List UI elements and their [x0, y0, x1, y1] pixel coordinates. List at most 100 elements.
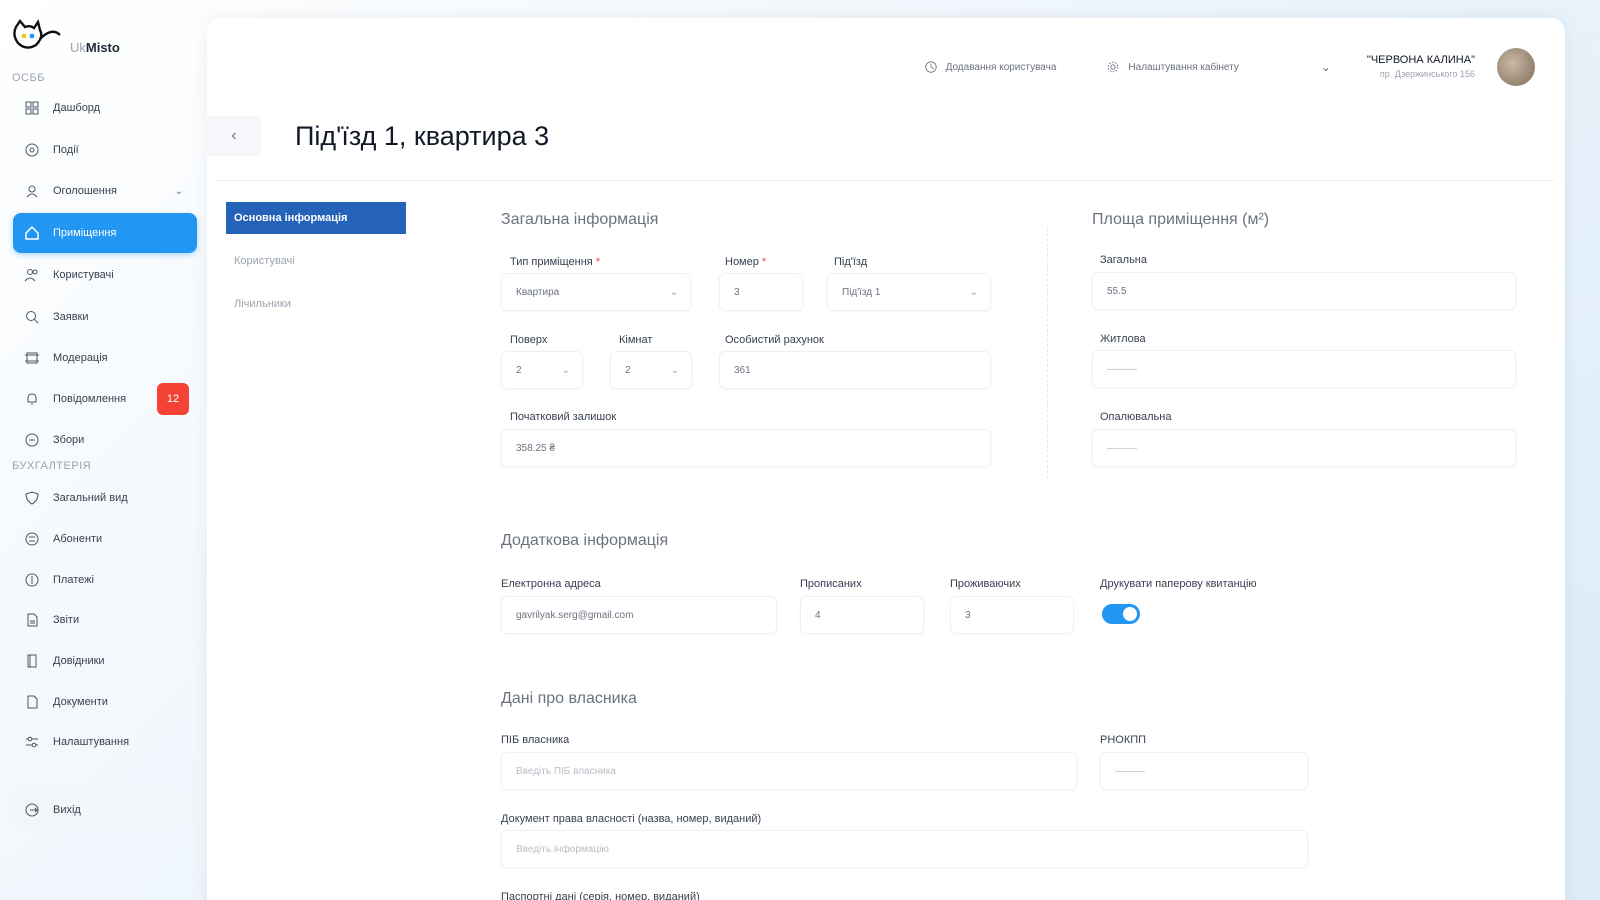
- events-icon: [23, 141, 41, 159]
- paper-receipt-toggle[interactable]: [1102, 604, 1140, 624]
- cabinet-settings-label: Налаштування кабінету: [1128, 61, 1239, 73]
- detail-tabs: Основна інформація Користувачі Лічильник…: [226, 202, 406, 331]
- tax-id-label: РНОКПП: [1100, 734, 1147, 746]
- logout-icon: [23, 801, 41, 819]
- users-icon: [23, 266, 41, 284]
- sidebar-item-label: Документи: [53, 696, 108, 708]
- section-label-accounting: БУХГАЛТЕРІЯ: [12, 460, 92, 472]
- extra-info-title: Додаткова інформація: [501, 532, 669, 549]
- messages-count-badge: 12: [157, 383, 189, 415]
- sidebar-item-payments[interactable]: Платежі: [13, 560, 197, 600]
- rooms-value: 2: [625, 364, 631, 376]
- account-label: Особистий рахунок: [725, 334, 824, 346]
- registered-label: Прописаних: [800, 578, 862, 590]
- subscribers-icon: [23, 530, 41, 548]
- number-input[interactable]: 3: [719, 273, 803, 311]
- sidebar-item-label: Налаштування: [53, 736, 130, 748]
- sidebar-item-reports[interactable]: Звіти: [13, 600, 197, 640]
- sidebar-item-label: Події: [53, 144, 79, 156]
- chevron-down-icon[interactable]: ⌄: [1321, 60, 1331, 74]
- sidebar-item-documents[interactable]: Документи: [13, 682, 197, 722]
- living-area-label: Житлова: [1100, 333, 1146, 345]
- sidebar-item-events[interactable]: Події: [13, 130, 197, 170]
- grid-icon: [23, 99, 41, 117]
- email-input[interactable]: gavrilyak.serg@gmail.com: [501, 596, 777, 634]
- type-label: Тип приміщення *: [510, 256, 601, 268]
- owner-name-label: ПІБ власника: [501, 734, 570, 746]
- ownership-doc-input[interactable]: Введіть інформацію: [501, 830, 1308, 868]
- document-icon: [23, 693, 41, 711]
- sidebar-item-overview[interactable]: Загальний вид: [13, 478, 197, 518]
- topbar: Додавання користувача Налаштування кабін…: [924, 48, 1535, 86]
- app-logo[interactable]: UkMisto: [12, 18, 120, 55]
- tab-meters[interactable]: Лічильники: [226, 288, 406, 320]
- sidebar-item-announcements[interactable]: Оголошення ⌄: [13, 171, 197, 211]
- sidebar-item-label: Оголошення: [53, 185, 117, 197]
- gear-icon: [1108, 61, 1119, 73]
- bell-icon: [23, 390, 41, 408]
- avatar[interactable]: [1497, 48, 1535, 86]
- sidebar-item-settings[interactable]: Налаштування: [13, 722, 197, 762]
- rooms-select[interactable]: 2 ⌄: [610, 351, 692, 389]
- paper-receipt-label: Друкувати паперову квитанцію: [1100, 578, 1257, 590]
- balance-input[interactable]: 358.25 ₴: [501, 429, 991, 467]
- org-name: "ЧЕРВОНА КАЛИНА": [1366, 54, 1475, 66]
- chevron-down-icon: ⌄: [670, 364, 679, 376]
- sidebar-item-subscribers[interactable]: Абоненти: [13, 519, 197, 559]
- org-address: пр. Дзержинського 156: [1379, 69, 1475, 79]
- entrance-select[interactable]: Під'їзд 1 ⌄: [827, 273, 991, 311]
- back-button[interactable]: ‹: [207, 116, 261, 156]
- floor-select[interactable]: 2 ⌄: [501, 351, 583, 389]
- add-user-button[interactable]: Додавання користувача: [924, 60, 1056, 74]
- owner-title: Дані про власника: [501, 690, 637, 707]
- rooms-label: Кімнат: [619, 334, 653, 346]
- home-icon: [23, 224, 41, 242]
- sidebar-item-premises[interactable]: Приміщення: [13, 213, 197, 253]
- tax-id-input[interactable]: ———: [1100, 752, 1308, 790]
- heated-area-input[interactable]: ———: [1092, 429, 1516, 467]
- email-label: Електронна адреса: [501, 578, 601, 590]
- type-select[interactable]: Квартира ⌄: [501, 273, 691, 311]
- sidebar-item-moderation[interactable]: Модерація: [13, 338, 197, 378]
- moderation-icon: [23, 349, 41, 367]
- living-area-input[interactable]: ———: [1092, 350, 1516, 388]
- user-circle-icon: [23, 182, 41, 200]
- cabinet-settings-button[interactable]: Налаштування кабінету: [1106, 60, 1239, 74]
- sidebar-item-label: Збори: [53, 434, 85, 446]
- residents-input[interactable]: 3: [950, 596, 1074, 634]
- clock-icon: [924, 61, 937, 73]
- brand-prefix: Uk: [70, 40, 86, 55]
- sidebar-item-directories[interactable]: Довідники: [13, 641, 197, 681]
- sidebar-item-label: Користувачі: [53, 269, 114, 281]
- sidebar-item-label: Звіти: [53, 614, 80, 626]
- org-info[interactable]: "ЧЕРВОНА КАЛИНА" пр. Дзержинського 156: [1367, 53, 1475, 81]
- type-value: Квартира: [516, 286, 560, 298]
- floor-value: 2: [516, 364, 522, 376]
- sidebar-item-messages[interactable]: Повідомлення 12: [13, 379, 197, 419]
- settings-sliders-icon: [23, 733, 41, 751]
- tab-users[interactable]: Користувачі: [226, 245, 406, 277]
- cat-logo-icon: [13, 18, 61, 49]
- owner-name-input[interactable]: Введіть ПІБ власника: [501, 752, 1077, 790]
- tab-main-info[interactable]: Основна інформація: [226, 202, 406, 234]
- entrance-label: Під'їзд: [834, 256, 868, 268]
- book-icon: [23, 652, 41, 670]
- total-area-input[interactable]: 55.5: [1092, 272, 1516, 310]
- account-input[interactable]: 361: [719, 351, 991, 389]
- brand-name: Misto: [85, 40, 120, 55]
- sidebar-item-users[interactable]: Користувачі: [13, 255, 197, 295]
- general-info-title: Загальна інформація: [501, 211, 659, 228]
- sidebar-item-label: Довідники: [53, 655, 105, 667]
- page-title: Під'їзд 1, квартира 3: [295, 121, 550, 151]
- registered-input[interactable]: 4: [800, 596, 924, 634]
- sidebar-item-dashboard[interactable]: Дашборд: [13, 88, 197, 128]
- chevron-down-icon: ⌄: [174, 185, 183, 197]
- sidebar-item-requests[interactable]: Заявки: [13, 297, 197, 337]
- sidebar-item-meetings[interactable]: Збори: [13, 420, 197, 460]
- sidebar-item-label: Загальний вид: [53, 492, 128, 504]
- entrance-value: Під'їзд 1: [842, 286, 881, 298]
- logout-button[interactable]: Вихід: [13, 790, 178, 830]
- meetings-icon: [23, 431, 41, 449]
- sidebar-item-label: Приміщення: [53, 227, 117, 239]
- residents-label: Проживаючих: [950, 578, 1021, 590]
